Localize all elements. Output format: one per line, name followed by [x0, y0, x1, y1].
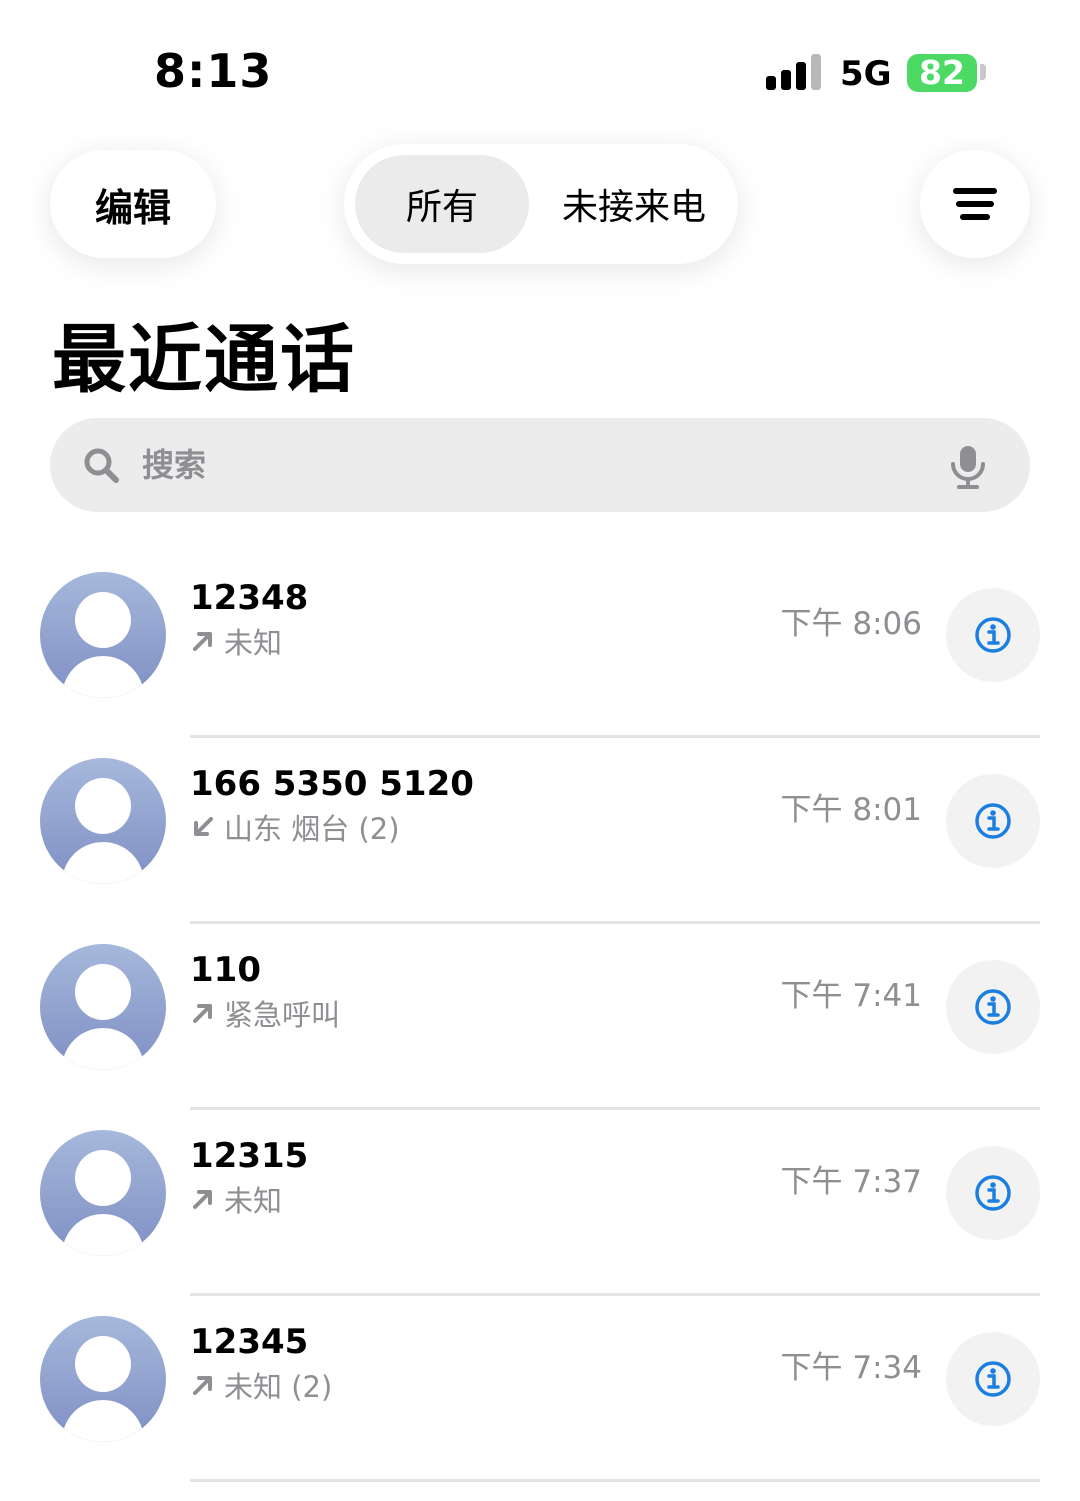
tab-all[interactable]: 所有 [355, 155, 529, 253]
search-icon [84, 448, 119, 483]
segmented-control: 所有 未接来电 [344, 144, 738, 264]
outgoing-arrow-icon [193, 1190, 212, 1209]
info-icon [975, 617, 1011, 653]
info-button[interactable] [946, 1332, 1040, 1426]
call-name: 110 [190, 950, 261, 990]
incoming-arrow-icon [194, 817, 213, 836]
avatar [40, 1130, 166, 1256]
tab-missed[interactable]: 未接来电 [540, 155, 728, 253]
network-type: 5G [840, 54, 892, 94]
outgoing-arrow-icon [193, 1376, 212, 1395]
info-icon [975, 1361, 1011, 1397]
cellular-signal-icon [766, 54, 822, 90]
call-time: 下午 8:01 [780, 792, 922, 828]
filter-button[interactable] [920, 150, 1030, 258]
status-time: 8:13 [154, 44, 273, 98]
microphone-icon[interactable] [948, 444, 988, 490]
row-divider [190, 1479, 1040, 1482]
battery-cap [980, 64, 986, 80]
info-button[interactable] [946, 774, 1040, 868]
call-detail: 未知 [190, 1178, 282, 1220]
edit-button[interactable]: 编辑 [50, 150, 216, 258]
avatar [40, 572, 166, 698]
call-row[interactable]: 12315 未知 下午 7:37 [0, 1110, 1080, 1296]
page-title: 最近通话 [52, 317, 356, 403]
info-icon [975, 989, 1011, 1025]
call-name: 166 5350 5120 [190, 764, 474, 804]
call-detail-text: 未知 [224, 626, 283, 660]
call-time: 下午 7:34 [780, 1350, 922, 1386]
call-time: 下午 8:06 [780, 606, 922, 642]
call-detail-text: 未知 [224, 1184, 283, 1218]
call-detail-text: 未知 (2) [224, 1370, 333, 1404]
call-row[interactable]: 166 5350 5120 山东 烟台 (2) 下午 8:01 [0, 738, 1080, 924]
call-detail: 未知 (2) [190, 1364, 332, 1406]
call-detail-text: 紧急呼叫 [224, 998, 341, 1032]
call-row[interactable]: 12345 未知 (2) 下午 7:34 [0, 1296, 1080, 1482]
call-detail-text: 山东 烟台 (2) [224, 812, 400, 846]
avatar [40, 944, 166, 1070]
info-button[interactable] [946, 588, 1040, 682]
call-time: 下午 7:37 [780, 1164, 922, 1200]
search-bar[interactable] [50, 418, 1030, 512]
call-name: 12345 [190, 1322, 309, 1362]
call-name: 12348 [190, 578, 309, 618]
battery-level: 82 [919, 54, 965, 92]
search-input[interactable] [142, 440, 902, 490]
call-row[interactable]: 110 紧急呼叫 下午 7:41 [0, 924, 1080, 1110]
call-detail: 未知 [190, 620, 282, 662]
avatar [40, 1316, 166, 1442]
call-name: 12315 [190, 1136, 309, 1176]
battery-icon: 82 [907, 54, 977, 92]
avatar [40, 758, 166, 884]
info-icon [975, 1175, 1011, 1211]
call-time: 下午 7:41 [780, 978, 922, 1014]
info-icon [975, 803, 1011, 839]
outgoing-arrow-icon [193, 1004, 212, 1023]
info-button[interactable] [946, 960, 1040, 1054]
outgoing-arrow-icon [193, 632, 212, 651]
info-button[interactable] [946, 1146, 1040, 1240]
status-bar: 8:13 5G 82 [0, 0, 1080, 140]
call-detail: 山东 烟台 (2) [190, 806, 400, 848]
call-detail: 紧急呼叫 [190, 992, 340, 1034]
call-row[interactable]: 12348 未知 下午 8:06 [0, 552, 1080, 738]
